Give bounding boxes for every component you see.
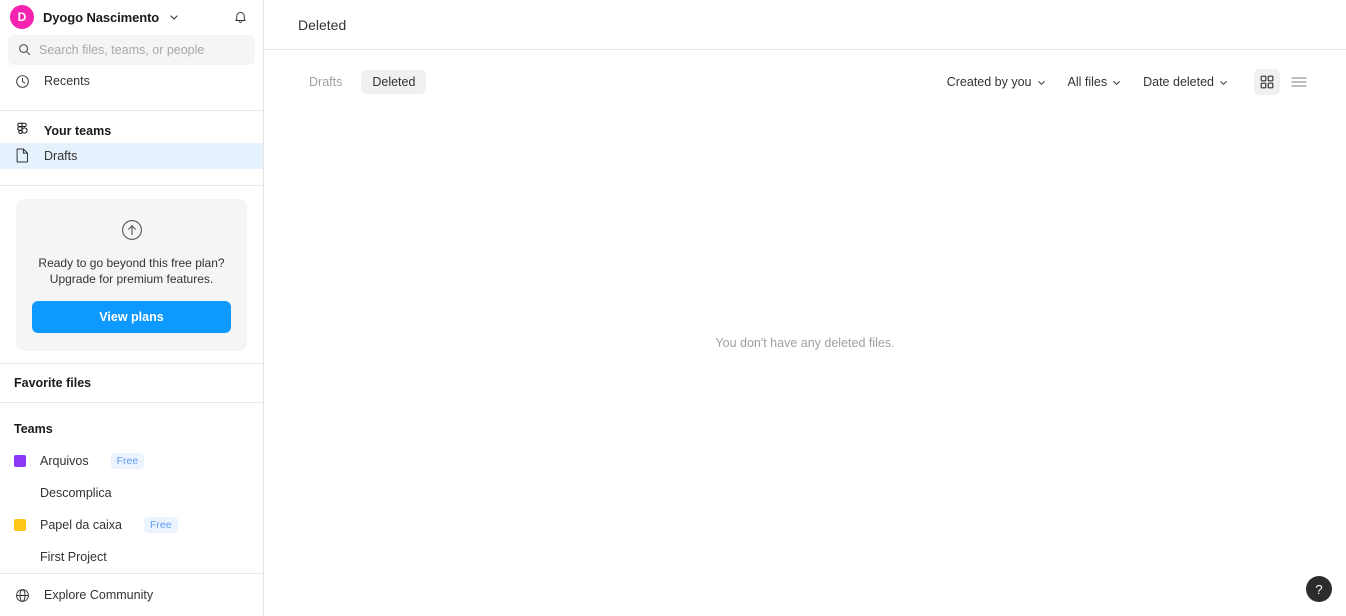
team-color-swatch — [14, 487, 26, 499]
sidebar-item-label: Recents — [44, 74, 90, 89]
team-color-swatch — [14, 455, 26, 467]
page-title: Deleted — [298, 16, 347, 33]
filter-label: All files — [1067, 75, 1108, 89]
main-content: Deleted Drafts Deleted Created by you Al… — [264, 0, 1346, 616]
file-list-area: You don't have any deleted files. — [264, 114, 1346, 616]
team-color-swatch — [14, 519, 26, 531]
team-row[interactable]: First Project — [0, 541, 263, 573]
favorite-files-label: Favorite files — [14, 376, 92, 391]
team-row[interactable]: Papel da caixa Free — [0, 509, 263, 541]
list-view-icon[interactable] — [1286, 69, 1312, 95]
view-plans-button[interactable]: View plans — [32, 301, 231, 334]
team-name: Arquivos — [40, 454, 89, 468]
filter-label: Created by you — [946, 75, 1032, 89]
filter-created-by[interactable]: Created by you — [947, 75, 1046, 89]
search-container — [0, 34, 263, 65]
tab-drafts[interactable]: Drafts — [298, 70, 353, 94]
team-name: First Project — [40, 550, 107, 564]
search-box[interactable] — [8, 34, 255, 65]
teams-label: Teams — [14, 422, 53, 436]
chevron-down-icon — [1219, 78, 1228, 87]
sidebar-item-label: Drafts — [44, 148, 78, 163]
bell-icon[interactable] — [229, 6, 251, 28]
sidebar-item-recents[interactable]: Recents — [0, 69, 263, 94]
teams-section: Teams Arquivos Free Descomplica Papel da… — [0, 403, 263, 573]
sidebar-item-label: Your teams — [44, 123, 112, 138]
sidebar-item-explore-community[interactable]: Explore Community — [0, 574, 263, 616]
sidebar-divider-1 — [0, 110, 263, 111]
empty-state-message: You don't have any deleted files. — [715, 336, 895, 350]
main-header: Deleted — [264, 0, 1346, 50]
chevron-down-icon — [1037, 78, 1046, 87]
view-toggle-group — [1254, 69, 1312, 95]
chevron-down-icon — [169, 12, 179, 22]
user-name: Dyogo Nascimento — [43, 9, 160, 25]
tab-deleted[interactable]: Deleted — [361, 70, 427, 94]
toolbar: Drafts Deleted Created by you All files … — [264, 50, 1346, 114]
team-row[interactable]: Descomplica — [0, 477, 263, 509]
sidebar-item-favorite-files[interactable]: Favorite files — [0, 364, 263, 402]
filter-file-type[interactable]: All files — [1068, 75, 1122, 89]
plan-badge: Free — [144, 516, 178, 534]
help-button[interactable]: ? — [1306, 576, 1332, 602]
filter-label: Date deleted — [1143, 75, 1214, 89]
team-name: Descomplica — [40, 486, 112, 500]
explore-community-container: Explore Community — [0, 573, 263, 616]
app-root: D Dyogo Nascimento Search files, teams, … — [0, 0, 1346, 616]
upgrade-text: Ready to go beyond this free plan? Upgra… — [32, 255, 231, 287]
sidebar: D Dyogo Nascimento Search files, teams, … — [0, 0, 264, 616]
sidebar-item-drafts[interactable]: Drafts — [0, 143, 263, 169]
grid-view-icon[interactable] — [1254, 69, 1280, 95]
plan-badge: Free — [110, 452, 145, 470]
filter-sort-date-deleted[interactable]: Date deleted — [1143, 75, 1228, 89]
upgrade-card: Ready to go beyond this free plan? Upgra… — [16, 199, 247, 352]
search-input[interactable] — [39, 42, 245, 57]
team-color-swatch — [14, 551, 26, 563]
sidebar-item-your-teams[interactable]: Your teams — [0, 118, 263, 143]
user-menu[interactable]: D Dyogo Nascimento — [0, 0, 263, 35]
figma-logo-icon — [14, 122, 30, 139]
avatar: D — [10, 5, 34, 30]
file-icon — [14, 148, 30, 164]
upgrade-arrow-icon — [32, 219, 231, 241]
search-icon — [18, 43, 31, 56]
team-name: Papel da caixa — [40, 518, 123, 532]
upgrade-line-1: Ready to go beyond this free plan? — [38, 256, 225, 271]
clock-icon — [14, 73, 30, 89]
upgrade-line-2: Upgrade for premium features. — [49, 272, 214, 287]
team-row[interactable]: Arquivos Free — [0, 445, 263, 477]
sidebar-item-label: Explore Community — [44, 588, 154, 602]
globe-icon — [14, 587, 30, 603]
upgrade-card-container: Ready to go beyond this free plan? Upgra… — [0, 185, 263, 363]
chevron-down-icon — [1112, 78, 1121, 87]
toolbar-right: Created by you All files Date deleted — [947, 69, 1312, 95]
